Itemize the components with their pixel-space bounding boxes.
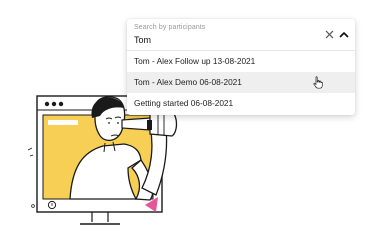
search-input[interactable] (134, 33, 304, 46)
results-list: Tom - Alex Follow up 13-08-2021 Tom - Al… (127, 51, 355, 114)
search-field[interactable]: Search by participants (127, 19, 355, 51)
hand-cursor-icon (313, 76, 323, 89)
result-option[interactable]: Getting started 06-08-2021 (127, 93, 355, 114)
chevron-up-icon[interactable] (339, 30, 349, 39)
participant-search-dropdown: Search by participants Tom - Alex Follow… (127, 19, 355, 115)
result-option-label: Tom - Alex Follow up 13-08-2021 (134, 56, 256, 66)
search-field-label: Search by participants (134, 24, 206, 31)
close-icon[interactable] (325, 30, 334, 39)
result-option-label: Getting started 06-08-2021 (134, 98, 234, 108)
result-option[interactable]: Tom - Alex Demo 06-08-2021 (127, 72, 355, 93)
result-option-label: Tom - Alex Demo 06-08-2021 (134, 77, 242, 87)
result-option[interactable]: Tom - Alex Follow up 13-08-2021 (127, 51, 355, 72)
